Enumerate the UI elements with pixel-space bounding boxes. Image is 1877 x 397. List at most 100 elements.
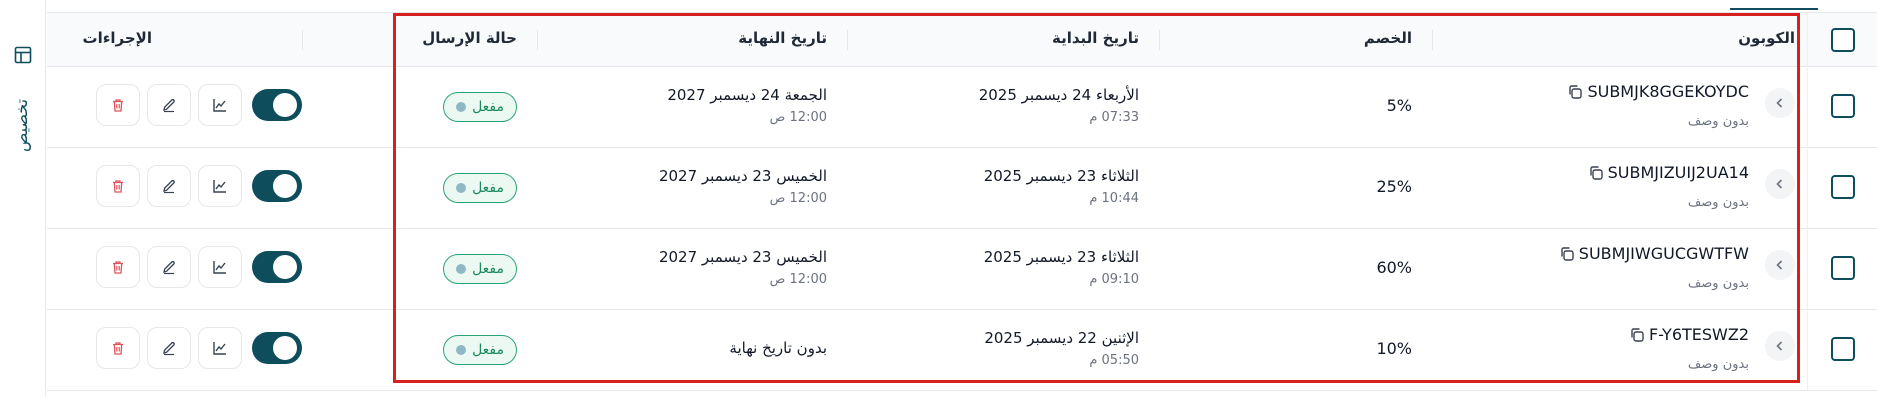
delete-button[interactable] <box>96 246 140 288</box>
coupons-table: الكوبون الخصم تاريخ البداية تاريخ النهاي… <box>47 12 1877 397</box>
coupon-code-text: SUBMJK8GGEKOYDC <box>1587 82 1749 101</box>
chart-line-icon <box>213 99 226 112</box>
row-checkbox[interactable] <box>1831 175 1855 199</box>
header-divider <box>1159 30 1160 50</box>
status-label: مفعل <box>472 180 504 196</box>
expand-row-button[interactable] <box>1765 88 1795 118</box>
start-date-cell: الأربعاء 24 ديسمبر 2025 07:33 م <box>847 68 1159 147</box>
row-checkbox[interactable] <box>1831 94 1855 118</box>
copy-icon[interactable] <box>1629 327 1645 343</box>
actions-cell <box>47 149 302 228</box>
header-divider <box>302 30 303 50</box>
row-select-cell <box>1807 68 1877 147</box>
start-date-cell: الثلاثاء 23 ديسمبر 2025 10:44 م <box>847 149 1159 228</box>
status-badge: مفعل <box>443 254 517 284</box>
header-start-date[interactable]: تاريخ البداية <box>1052 29 1139 47</box>
edit-button[interactable] <box>147 84 191 126</box>
enable-toggle[interactable] <box>252 332 302 364</box>
chart-line-icon <box>213 342 226 355</box>
row-checkbox[interactable] <box>1831 256 1855 280</box>
trash-icon <box>113 99 123 112</box>
copy-icon[interactable] <box>1567 84 1583 100</box>
table-header-row: الكوبون الخصم تاريخ البداية تاريخ النهاي… <box>47 13 1877 67</box>
active-tab-indicator <box>1730 8 1818 10</box>
end-date: بدون تاريخ نهاية <box>729 339 827 357</box>
header-divider <box>537 30 538 50</box>
edit-button[interactable] <box>147 165 191 207</box>
enable-toggle[interactable] <box>252 89 302 121</box>
start-date: الأربعاء 24 ديسمبر 2025 <box>978 86 1139 104</box>
coupon-cell: SUBMJIWGUCGWTFW بدون وصف <box>1432 230 1807 309</box>
header-status[interactable]: حالة الإرسال <box>422 29 517 47</box>
start-time: 09:10 م <box>1089 272 1139 287</box>
pencil-icon <box>163 341 175 356</box>
coupon-description: بدون وصف <box>1687 276 1749 291</box>
chart-line-icon <box>213 180 226 193</box>
select-all-checkbox[interactable] <box>1831 28 1855 52</box>
chevron-left-icon <box>1776 98 1783 108</box>
discount-value: 25% <box>1376 177 1412 196</box>
stats-button[interactable] <box>198 246 242 288</box>
header-discount[interactable]: الخصم <box>1364 29 1412 47</box>
edit-button[interactable] <box>147 246 191 288</box>
row-checkbox[interactable] <box>1831 337 1855 361</box>
copy-icon[interactable] <box>1588 165 1604 181</box>
status-label: مفعل <box>472 261 504 277</box>
header-start-cell: تاريخ البداية <box>847 13 1159 66</box>
coupon-code-text: SUBMJIZUIJ2UA14 <box>1607 163 1749 182</box>
row-select-cell <box>1807 311 1877 390</box>
status-badge: مفعل <box>443 92 517 122</box>
coupon-description: بدون وصف <box>1687 357 1749 372</box>
actions-cell <box>47 68 302 147</box>
delete-button[interactable] <box>96 327 140 369</box>
pencil-icon <box>163 98 175 113</box>
end-time: 12:00 ص <box>769 110 827 125</box>
chevron-left-icon <box>1776 179 1783 189</box>
discount-value: 10% <box>1376 339 1412 358</box>
coupon-code-text: SUBMJIWGUCGWTFW <box>1578 244 1749 263</box>
end-date: الخميس 23 ديسمبر 2027 <box>658 248 827 266</box>
expand-row-button[interactable] <box>1765 250 1795 280</box>
header-end-date[interactable]: تاريخ النهاية <box>738 29 827 47</box>
header-coupon[interactable]: الكوبون <box>1738 29 1795 47</box>
chevron-left-icon <box>1776 341 1783 351</box>
edit-button[interactable] <box>147 327 191 369</box>
trash-icon <box>113 342 123 355</box>
status-label: مفعل <box>472 342 504 358</box>
header-coupon-cell: الكوبون <box>1432 13 1807 66</box>
end-date: الجمعة 24 ديسمبر 2027 <box>667 86 827 104</box>
start-time: 07:33 م <box>1089 110 1139 125</box>
end-date-cell: الخميس 23 ديسمبر 2027 12:00 ص <box>537 149 847 228</box>
pencil-icon <box>163 179 175 194</box>
start-date: الثلاثاء 23 ديسمبر 2025 <box>983 167 1139 185</box>
chevron-left-icon <box>1776 260 1783 270</box>
delete-button[interactable] <box>96 84 140 126</box>
start-date: الثلاثاء 23 ديسمبر 2025 <box>983 248 1139 266</box>
header-actions-cell: الإجراءات <box>47 13 302 66</box>
discount-cell: 5% <box>1159 68 1432 147</box>
enable-toggle[interactable] <box>252 251 302 283</box>
actions-cell <box>47 230 302 309</box>
pencil-icon <box>163 260 175 275</box>
side-panel-tab[interactable]: تخصيص <box>0 0 46 397</box>
toggle-knob <box>273 255 297 279</box>
header-divider <box>1432 30 1433 50</box>
status-cell: مفعل <box>302 68 537 147</box>
expand-row-button[interactable] <box>1765 331 1795 361</box>
header-end-cell: تاريخ النهاية <box>537 13 847 66</box>
stats-button[interactable] <box>198 327 242 369</box>
expand-row-button[interactable] <box>1765 169 1795 199</box>
status-cell: مفعل <box>302 230 537 309</box>
delete-button[interactable] <box>96 165 140 207</box>
status-badge: مفعل <box>443 335 517 365</box>
copy-icon[interactable] <box>1559 246 1575 262</box>
enable-toggle[interactable] <box>252 170 302 202</box>
stats-button[interactable] <box>198 165 242 207</box>
table-row: F-Y6TESWZ2 بدون وصف 10% الإثنين 22 ديسمب… <box>47 311 1877 391</box>
status-dot-icon <box>456 183 467 193</box>
stats-button[interactable] <box>198 84 242 126</box>
table-row: SUBMJIWGUCGWTFW بدون وصف 60% الثلاثاء 23… <box>47 230 1877 310</box>
start-date: الإثنين 22 ديسمبر 2025 <box>984 329 1139 347</box>
start-time: 10:44 م <box>1089 191 1139 206</box>
table-row: SUBMJIZUIJ2UA14 بدون وصف 25% الثلاثاء 23… <box>47 149 1877 229</box>
